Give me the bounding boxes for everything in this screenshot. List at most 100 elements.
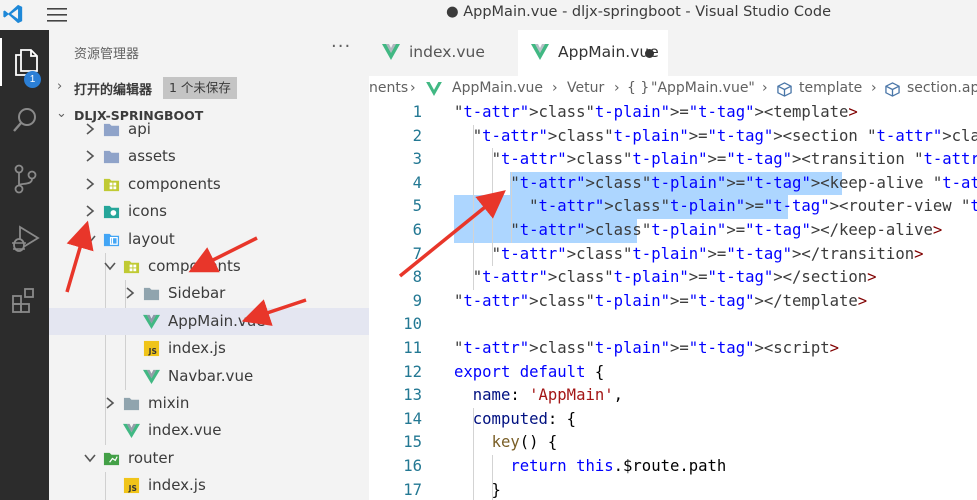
chevron-right-icon[interactable]: [103, 396, 117, 410]
element-cube-icon: [777, 82, 792, 97]
code-line: 7 "t-attr">class"t-plain">="t-tag"></tra…: [369, 243, 977, 267]
code-text: "t-attr">class"t-plain">="t-tag"><keep-a…: [510, 173, 977, 192]
folder-icon: [103, 123, 120, 137]
tree-item-label: api: [128, 120, 151, 138]
code-line: 16 return this.$route.path: [369, 455, 977, 479]
tree-item-label: AppMain.vue: [168, 311, 266, 330]
tab-index-vue[interactable]: index.vue: [369, 30, 518, 76]
line-number: 5: [412, 197, 422, 216]
unsaved-count-badge: 1 个未保存: [163, 77, 237, 99]
chevron-right-icon[interactable]: [83, 122, 97, 136]
code-line: 9 "t-attr">class"t-plain">="t-tag"></temp…: [369, 290, 977, 314]
tree-item[interactable]: components: [49, 171, 369, 199]
folder-icon: [123, 260, 140, 274]
tree-item[interactable]: Sidebar: [49, 280, 369, 308]
chevron-right-icon[interactable]: [123, 286, 137, 300]
code-text: "t-attr">class"t-plain">="t-tag"><templa…: [454, 103, 858, 121]
code-line: 8 "t-attr">class"t-plain">="t-tag"></sec…: [369, 266, 977, 290]
breadcrumb-item[interactable]: "AppMain.vue": [651, 80, 755, 96]
line-number: 11: [403, 339, 422, 357]
open-editors-section[interactable]: › 打开的编辑器 1 个未保存: [49, 76, 369, 100]
breadcrumb-separator: ›: [552, 80, 558, 96]
tree-item[interactable]: AppMain.vue: [49, 307, 369, 336]
code-line: 5 "t-attr">class"t-plain">="t-tag"><rout…: [369, 195, 977, 219]
line-number: 10: [403, 315, 422, 334]
tree-item-label: mixin: [148, 394, 190, 412]
code-text: "t-attr">class"t-plain">="t-tag"></templ…: [454, 291, 868, 310]
svg-text:JS: JS: [148, 347, 157, 356]
js-file-icon: JS: [123, 478, 140, 493]
breadcrumb-item[interactable]: section.ap: [907, 80, 977, 96]
code-line: 15 key() {: [369, 431, 977, 455]
tree-item[interactable]: assets: [49, 143, 369, 171]
chevron-down-icon[interactable]: [103, 259, 117, 273]
tree-item[interactable]: Navbar.vue: [49, 363, 369, 391]
breadcrumb-separator: ›: [410, 80, 416, 96]
line-number: 15: [403, 433, 422, 452]
tree-item-label: index.js: [148, 476, 206, 495]
tree-item-label: layout: [128, 229, 175, 248]
chevron-right-icon: ›: [57, 79, 63, 94]
tree-item[interactable]: JS index.js: [49, 472, 369, 500]
code-text: "t-attr">class"t-plain">="t-tag"></secti…: [472, 268, 877, 287]
code-text: "t-attr">class"t-plain">="t-tag"><script…: [454, 339, 839, 357]
tab-appmain-vue[interactable]: AppMain.vue: [518, 30, 668, 76]
activity-search[interactable]: [0, 96, 49, 144]
code-line: 6 "t-attr">class"t-plain">="t-tag"></kee…: [369, 219, 977, 243]
more-actions-button[interactable]: ···: [331, 36, 351, 57]
tree-item[interactable]: icons: [49, 198, 369, 226]
tree-item-label: components: [128, 174, 221, 193]
code-text: }: [454, 480, 501, 499]
breadcrumb-item[interactable]: nents: [369, 80, 408, 96]
code-text: computed: {: [472, 409, 577, 428]
line-number: 13: [403, 386, 422, 405]
breadcrumb-item[interactable]: AppMain.vue: [452, 80, 543, 96]
vue-file-icon: [123, 424, 140, 439]
tree-item[interactable]: JS index.js: [49, 335, 369, 363]
tree-item-label: Navbar.vue: [168, 366, 254, 385]
tree-item-label: Sidebar: [168, 284, 226, 303]
tree-item[interactable]: mixin: [49, 390, 369, 418]
source-control-icon: [14, 164, 36, 194]
line-number: 2: [412, 126, 422, 145]
folder-icon: [123, 397, 140, 411]
tree-item[interactable]: router: [49, 445, 369, 473]
line-number: 12: [403, 362, 422, 381]
code-line: 1 "t-attr">class"t-plain">="t-tag"><templ…: [369, 101, 977, 125]
line-number: 8: [412, 268, 422, 287]
tree-item[interactable]: api: [49, 116, 369, 144]
activity-run-debug[interactable]: [0, 215, 49, 263]
tree-item[interactable]: components: [49, 253, 369, 281]
line-number: 16: [403, 457, 422, 475]
activity-source-control[interactable]: [0, 155, 49, 203]
chevron-right-icon[interactable]: [83, 204, 97, 218]
code-text: "t-attr">class"t-plain">="t-tag"></keep-…: [510, 221, 943, 239]
tree-item[interactable]: layout: [49, 226, 369, 254]
chevron-down-icon[interactable]: [83, 451, 97, 465]
code-line: 4 "t-attr">class"t-plain">="t-tag"><keep…: [369, 172, 977, 196]
line-number: 17: [403, 480, 422, 499]
line-number: 4: [412, 173, 422, 192]
chevron-right-icon[interactable]: [83, 149, 97, 163]
vue-file-icon: [143, 369, 160, 384]
breadcrumb-item[interactable]: template: [799, 80, 862, 96]
activity-extensions[interactable]: [0, 276, 49, 324]
chevron-down-icon[interactable]: [83, 232, 97, 246]
vue-file-icon: [143, 314, 160, 329]
line-number: 6: [412, 221, 422, 239]
unsaved-dot-icon[interactable]: [645, 49, 654, 58]
breadcrumb-item[interactable]: Vetur: [567, 80, 604, 96]
tree-item[interactable]: index.vue: [49, 417, 369, 445]
folder-icon: [103, 151, 120, 164]
tab-bar: index.vue AppMain.vue: [369, 30, 977, 76]
line-number: 3: [412, 150, 422, 169]
search-icon: [12, 108, 36, 132]
run-debug-icon: [11, 225, 40, 252]
activity-explorer[interactable]: 1: [0, 38, 49, 88]
code-line: 11 "t-attr">class"t-plain">="t-tag"><scri…: [369, 337, 977, 361]
code-text: key() {: [491, 433, 558, 452]
tree-item-label: icons: [128, 202, 167, 221]
chevron-right-icon[interactable]: [83, 177, 97, 191]
js-file-icon: JS: [143, 341, 160, 356]
code-line: 13 name: 'AppMain',: [369, 384, 977, 408]
